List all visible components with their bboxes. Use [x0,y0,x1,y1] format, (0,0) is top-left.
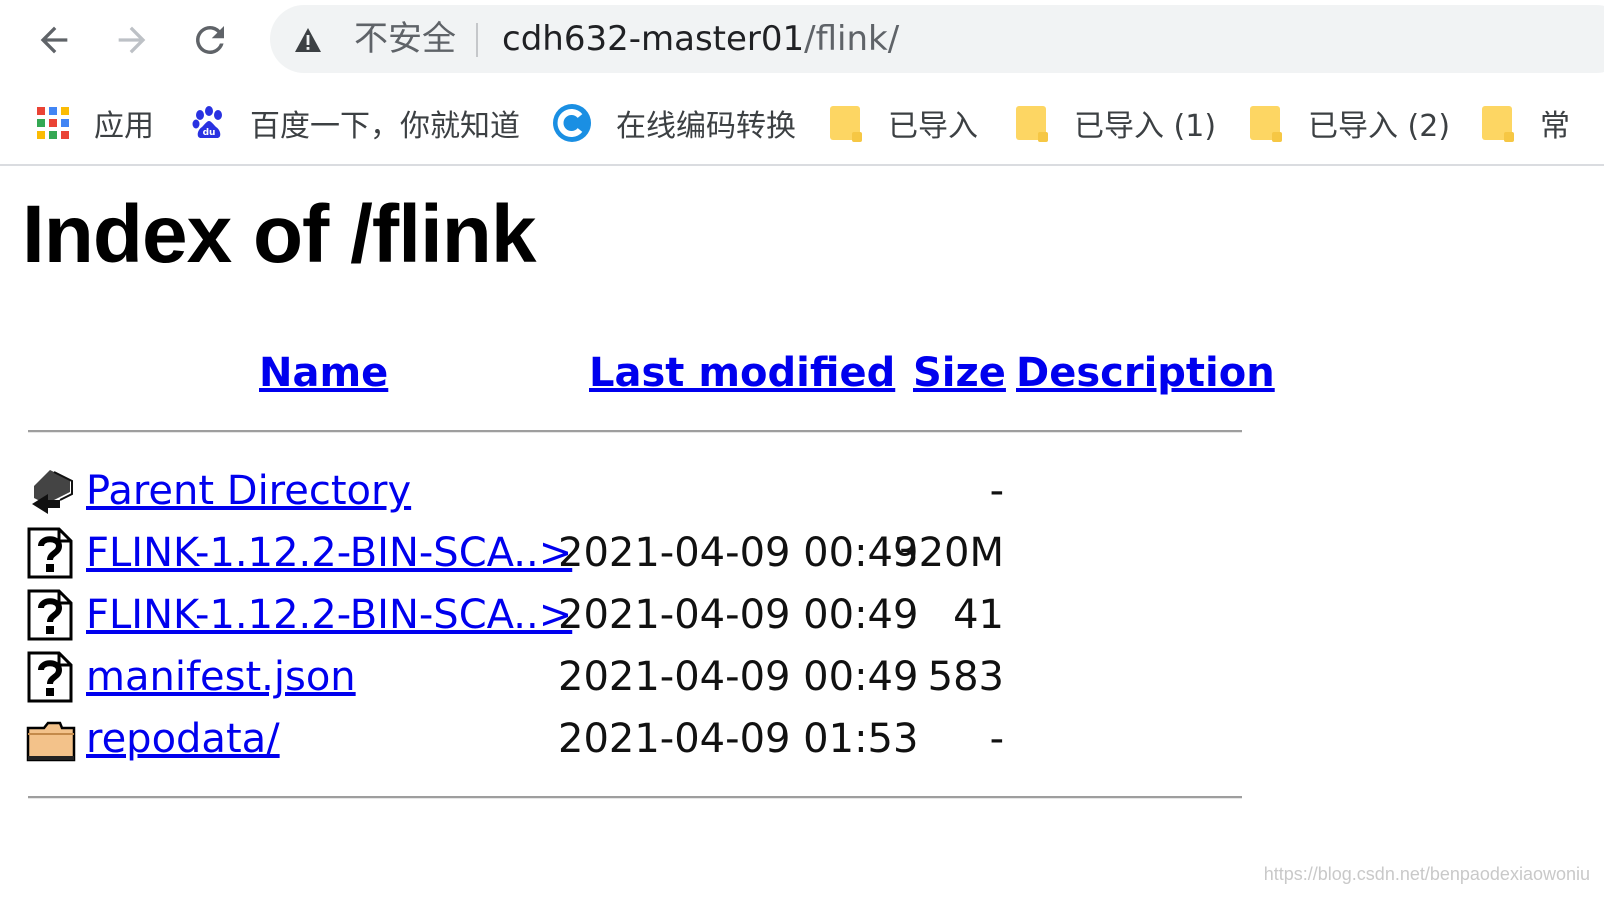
folder-icon [1250,106,1284,142]
row-date: 2021-04-09 00:49 [558,592,919,638]
file-link[interactable]: manifest.json [86,646,356,708]
folder-icon [1016,106,1050,142]
table-row: FLINK-1.12.2-BIN-SCA..> 2021-04-09 00:49… [0,522,1100,584]
bookmark-folder-imported-2[interactable]: 已导入 (2) [1250,82,1450,164]
footer-divider [28,796,1242,799]
row-date: 2021-04-09 00:49 [558,530,919,576]
folder-icon [830,106,864,142]
row-size: 41 [953,592,1004,638]
table-row: repodata/ 2021-04-09 01:53 - [0,708,1100,770]
url-path: /flink/ [804,19,900,59]
row-size: 583 [927,654,1004,700]
row-size: - [989,716,1004,762]
folder-link[interactable]: repodata/ [86,708,280,770]
bookmark-baidu[interactable]: du 百度一下，你就知道 [192,82,520,164]
browser-toolbar: 不安全 cdh632-master01/flink/ [0,0,1604,82]
forward-arrow-icon [118,26,146,54]
unknown-file-icon [27,589,73,641]
bookmark-label: 已导入 (1) [1074,109,1217,144]
forward-button[interactable] [106,14,158,66]
file-link[interactable]: FLINK-1.12.2-BIN-SCA..> [86,522,572,584]
url-text[interactable]: cdh632-master01/flink/ [502,5,899,73]
row-size: - [989,468,1004,514]
folder-icon [1482,106,1516,142]
bookmark-label: 已导入 (2) [1308,109,1451,144]
reload-button[interactable] [184,14,236,66]
back-button[interactable] [28,14,80,66]
bookmark-label: 在线编码转换 [616,109,796,144]
unknown-file-icon [27,527,73,579]
unknown-file-icon [27,651,73,703]
file-link[interactable]: FLINK-1.12.2-BIN-SCA..> [86,584,572,646]
bookmark-label: 应用 [94,109,154,144]
bookmark-folder-imported[interactable]: 已导入 [830,82,978,164]
row-date: 2021-04-09 01:53 [558,716,919,762]
apps-grid-icon [36,106,70,140]
bookmark-folder-imported-1[interactable]: 已导入 (1) [1016,82,1216,164]
column-header-last-modified[interactable]: Last modified [589,350,895,396]
address-bar[interactable]: 不安全 cdh632-master01/flink/ [270,5,1604,73]
row-date: 2021-04-09 00:49 [558,654,919,700]
page-title: Index of /flink [22,189,536,280]
bookmark-label: 已导入 [888,109,978,144]
warning-triangle-icon [295,28,321,52]
bookmark-label: 常 [1540,109,1570,144]
bookmarks-bar: 应用 du 百度一下，你就知道 在线编码转换 已导入 已导入 (1) 已导入 (… [0,82,1604,166]
header-divider [28,430,1242,433]
back-arrow-icon [40,26,68,54]
table-row: FLINK-1.12.2-BIN-SCA..> 2021-04-09 00:49… [0,584,1100,646]
bookmark-apps[interactable]: 应用 [36,82,154,164]
parent-directory-link[interactable]: Parent Directory [86,460,411,522]
c-logo-icon [552,103,592,143]
url-host: cdh632-master01 [502,19,805,59]
svg-text:du: du [203,128,216,138]
reload-icon [196,26,224,54]
watermark: https://blog.csdn.net/benpaodexiaowoniu [1263,864,1590,884]
bookmark-label: 百度一下，你就知道 [250,109,520,144]
security-status-label[interactable]: 不安全 [354,5,456,73]
parent-directory-icon [32,470,73,514]
table-row: Parent Directory - [0,460,1100,522]
column-header-description[interactable]: Description [1016,350,1275,396]
folder-icon [26,721,76,762]
bookmark-encoding-convert[interactable]: 在线编码转换 [552,82,796,164]
table-row: manifest.json 2021-04-09 00:49 583 [0,646,1100,708]
omnibox-divider [476,23,478,57]
column-header-size[interactable]: Size [913,350,1006,396]
baidu-paw-icon: du [192,106,226,140]
row-size: 320M [893,530,1004,576]
bookmark-folder-common[interactable]: 常 [1482,82,1570,164]
column-header-name[interactable]: Name [259,350,388,396]
